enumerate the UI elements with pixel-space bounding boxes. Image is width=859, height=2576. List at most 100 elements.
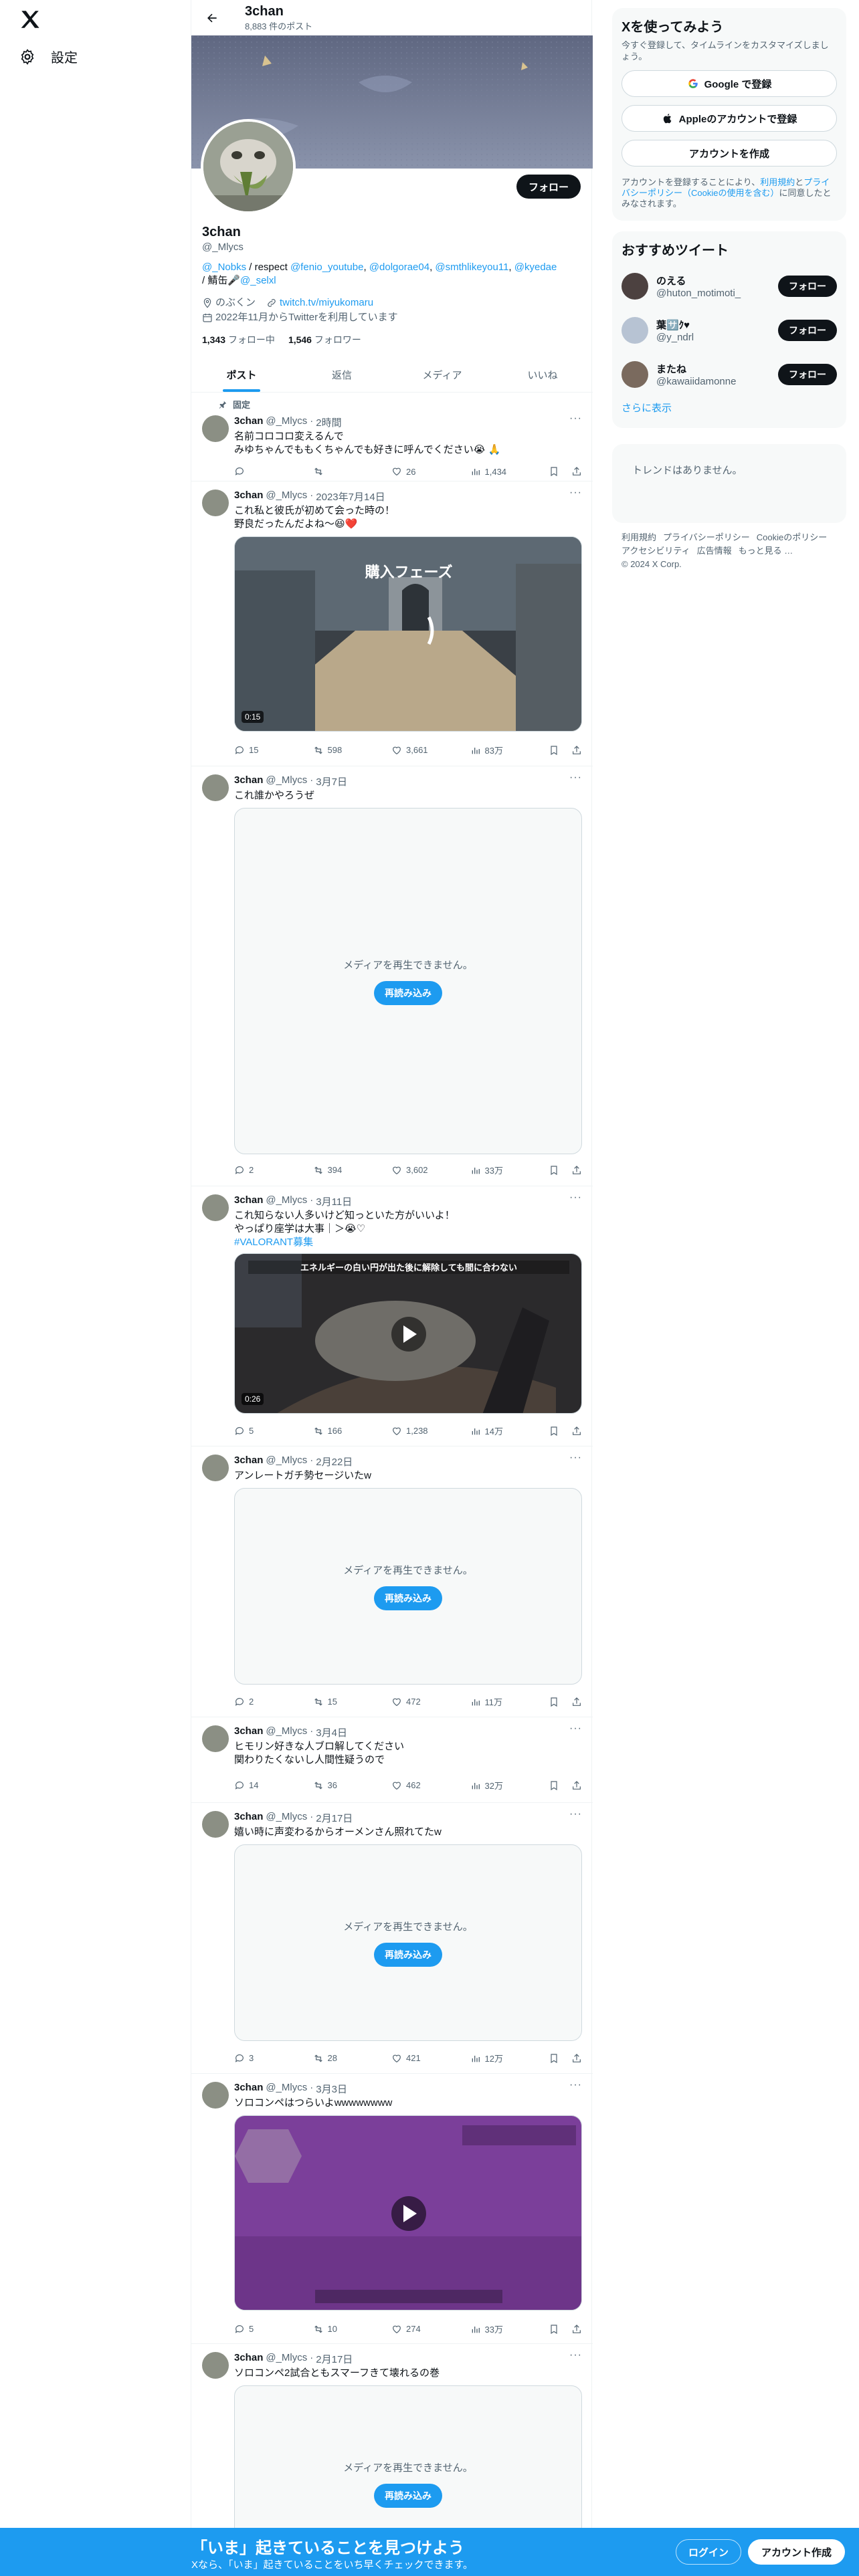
bookmark-icon[interactable] bbox=[549, 466, 559, 477]
bookmark-icon[interactable] bbox=[549, 745, 559, 756]
retweet-button[interactable]: 166 bbox=[313, 1426, 367, 1436]
views-button[interactable]: 11万 bbox=[470, 1695, 524, 1708]
avatar[interactable] bbox=[202, 1811, 229, 1838]
more-options-icon[interactable]: ··· bbox=[569, 413, 582, 425]
reply-button[interactable]: 5 bbox=[234, 2324, 288, 2335]
tweet[interactable]: 3chan @_Mlycs · 3月4日 ··· ヒモリン好きな人ブロ解してくだ… bbox=[191, 1717, 593, 1803]
tweet[interactable]: 3chan @_Mlycs · 2023年7月14日 ··· これ私と彼氏が初め… bbox=[191, 481, 593, 766]
followers-link[interactable]: 1,546 フォロワー bbox=[288, 333, 361, 346]
tweet-time[interactable]: 2月17日 bbox=[316, 1811, 353, 1825]
reload-button[interactable]: 再読み込み bbox=[374, 1942, 442, 1967]
reply-button[interactable]: 3 bbox=[234, 2053, 288, 2064]
views-button[interactable]: 33万 bbox=[470, 1164, 524, 1176]
tweet-author-handle[interactable]: @_Mlycs bbox=[266, 1455, 307, 1469]
share-icon[interactable] bbox=[571, 745, 582, 756]
tweet-author-name[interactable]: 3chan bbox=[234, 2082, 263, 2096]
tweet-video[interactable]: エネルギーの白い円が出た後に解除しても間に合わない 0:26 bbox=[234, 1253, 582, 1414]
more-options-icon[interactable]: ··· bbox=[569, 2079, 582, 2091]
like-button[interactable]: 462 bbox=[391, 1780, 445, 1791]
rec-user[interactable]: 葉🈂️ｸ♥ @y_ndrl フォロー bbox=[622, 308, 837, 352]
tweet-author-name[interactable]: 3chan bbox=[234, 490, 263, 504]
tweet-video[interactable]: 購入フェーズ 0:15 bbox=[234, 536, 582, 732]
tweet-author-handle[interactable]: @_Mlycs bbox=[266, 1725, 307, 1739]
hashtag-link[interactable]: #VALORANT募集 bbox=[234, 1236, 313, 1249]
avatar[interactable] bbox=[622, 361, 648, 388]
tweet-time[interactable]: 2023年7月14日 bbox=[316, 490, 385, 504]
retweet-button[interactable]: 15 bbox=[313, 1697, 367, 1707]
bio-mention[interactable]: @kyedae bbox=[514, 261, 557, 273]
bookmark-icon[interactable] bbox=[549, 1165, 559, 1176]
retweet-button[interactable]: 36 bbox=[313, 1780, 367, 1791]
x-logo-icon[interactable] bbox=[19, 8, 41, 31]
follow-button[interactable]: フォロー bbox=[778, 364, 837, 385]
follow-button[interactable]: フォロー bbox=[778, 320, 837, 341]
following-link[interactable]: 1,343 フォロー中 bbox=[202, 333, 275, 346]
terms-link[interactable]: 利用規約 bbox=[760, 177, 795, 187]
more-options-icon[interactable]: ··· bbox=[569, 1808, 582, 1820]
profile-avatar[interactable] bbox=[201, 119, 296, 214]
login-button[interactable]: ログイン bbox=[676, 2539, 742, 2565]
follow-button[interactable]: フォロー bbox=[778, 276, 837, 297]
footer-link[interactable]: Cookieのポリシー bbox=[757, 531, 827, 544]
like-button[interactable]: 274 bbox=[391, 2324, 445, 2335]
tweet[interactable]: 3chan @_Mlycs · 2月17日 ··· 嬉い時に声変わるからオーメン… bbox=[191, 1803, 593, 2074]
tweet-time[interactable]: 3月4日 bbox=[316, 1725, 347, 1739]
tweet-author-name[interactable]: 3chan bbox=[234, 1811, 263, 1825]
retweet-button[interactable]: 394 bbox=[313, 1165, 367, 1176]
tweet-time[interactable]: 3月7日 bbox=[316, 774, 347, 788]
bio-mention[interactable]: @_selxl bbox=[240, 275, 276, 286]
follow-button[interactable]: フォロー bbox=[516, 175, 581, 199]
avatar[interactable] bbox=[202, 1725, 229, 1752]
more-options-icon[interactable]: ··· bbox=[569, 1192, 582, 1204]
apple-signup-button[interactable]: Appleのアカウントで登録 bbox=[622, 105, 837, 132]
avatar[interactable] bbox=[202, 1455, 229, 1481]
avatar[interactable] bbox=[202, 1194, 229, 1221]
tweet-author-handle[interactable]: @_Mlycs bbox=[266, 490, 307, 504]
tweet-time[interactable]: 3月11日 bbox=[316, 1194, 352, 1208]
tab-posts[interactable]: ポスト bbox=[191, 357, 292, 392]
tweet[interactable]: 3chan @_Mlycs · 3月11日 ··· これ知らない人多いけど知っと… bbox=[191, 1186, 593, 1446]
tweet-time[interactable]: 2時間 bbox=[316, 415, 341, 429]
bio-mention[interactable]: @_Nobks bbox=[202, 261, 246, 273]
footer-link[interactable]: 利用規約 bbox=[622, 531, 656, 544]
avatar[interactable] bbox=[202, 490, 229, 516]
retweet-button[interactable]: 10 bbox=[313, 2324, 367, 2335]
settings-link[interactable]: 設定 bbox=[19, 47, 78, 66]
bookmark-icon[interactable] bbox=[549, 1697, 559, 1707]
tweet[interactable]: 3chan @_Mlycs · 3月3日 ··· ソロコンペはつらいよwwwww… bbox=[191, 2074, 593, 2344]
like-button[interactable]: 472 bbox=[391, 1697, 445, 1707]
footer-link[interactable]: プライバシーポリシー bbox=[663, 531, 750, 544]
views-button[interactable]: 83万 bbox=[470, 744, 524, 756]
more-options-icon[interactable]: ··· bbox=[569, 487, 582, 499]
like-button[interactable]: 1,238 bbox=[391, 1426, 445, 1436]
share-icon[interactable] bbox=[571, 2324, 582, 2335]
tweet[interactable]: 3chan @_Mlycs · 2月22日 ··· アンレートガチ勢セージいたw… bbox=[191, 1446, 593, 1717]
tweet-author-handle[interactable]: @_Mlycs bbox=[266, 2082, 307, 2096]
tweet-author-name[interactable]: 3chan bbox=[234, 2352, 263, 2366]
like-button[interactable]: 421 bbox=[391, 2053, 445, 2064]
bio-mention[interactable]: @fenio_youtube bbox=[290, 261, 363, 273]
more-options-icon[interactable]: ··· bbox=[569, 1452, 582, 1464]
tweet[interactable]: 3chan @_Mlycs · 2月17日 ··· ソロコンペ2試合ともスマーフ… bbox=[191, 2344, 593, 2576]
share-icon[interactable] bbox=[571, 1165, 582, 1176]
tweet-author-handle[interactable]: @_Mlycs bbox=[266, 2352, 307, 2366]
tweet-author-name[interactable]: 3chan bbox=[234, 1194, 263, 1208]
rec-user[interactable]: またね @kawaiidamonne フォロー bbox=[622, 352, 837, 397]
more-options-icon[interactable]: ··· bbox=[569, 1723, 582, 1735]
bookmark-icon[interactable] bbox=[549, 1426, 559, 1436]
tab-replies[interactable]: 返信 bbox=[292, 357, 392, 392]
bookmark-icon[interactable] bbox=[549, 2053, 559, 2064]
signup-button[interactable]: アカウント作成 bbox=[748, 2539, 846, 2565]
google-signup-button[interactable]: Google で登録 bbox=[622, 70, 837, 97]
show-more-link[interactable]: さらに表示 bbox=[622, 401, 837, 415]
reload-button[interactable]: 再読み込み bbox=[374, 980, 442, 1005]
share-icon[interactable] bbox=[571, 466, 582, 477]
create-account-button[interactable]: アカウントを作成 bbox=[622, 140, 837, 167]
tweet-video[interactable] bbox=[234, 2115, 582, 2311]
reload-button[interactable]: 再読み込み bbox=[374, 1586, 442, 1610]
tweet-author-name[interactable]: 3chan bbox=[234, 415, 263, 429]
tweet-time[interactable]: 2月17日 bbox=[316, 2352, 353, 2366]
share-icon[interactable] bbox=[571, 1780, 582, 1791]
tweet[interactable]: 固定 3chan @_Mlycs · 2時間 ··· 名前コロコロ変えるんで み… bbox=[191, 393, 593, 481]
views-button[interactable]: 1,434 bbox=[470, 466, 524, 477]
